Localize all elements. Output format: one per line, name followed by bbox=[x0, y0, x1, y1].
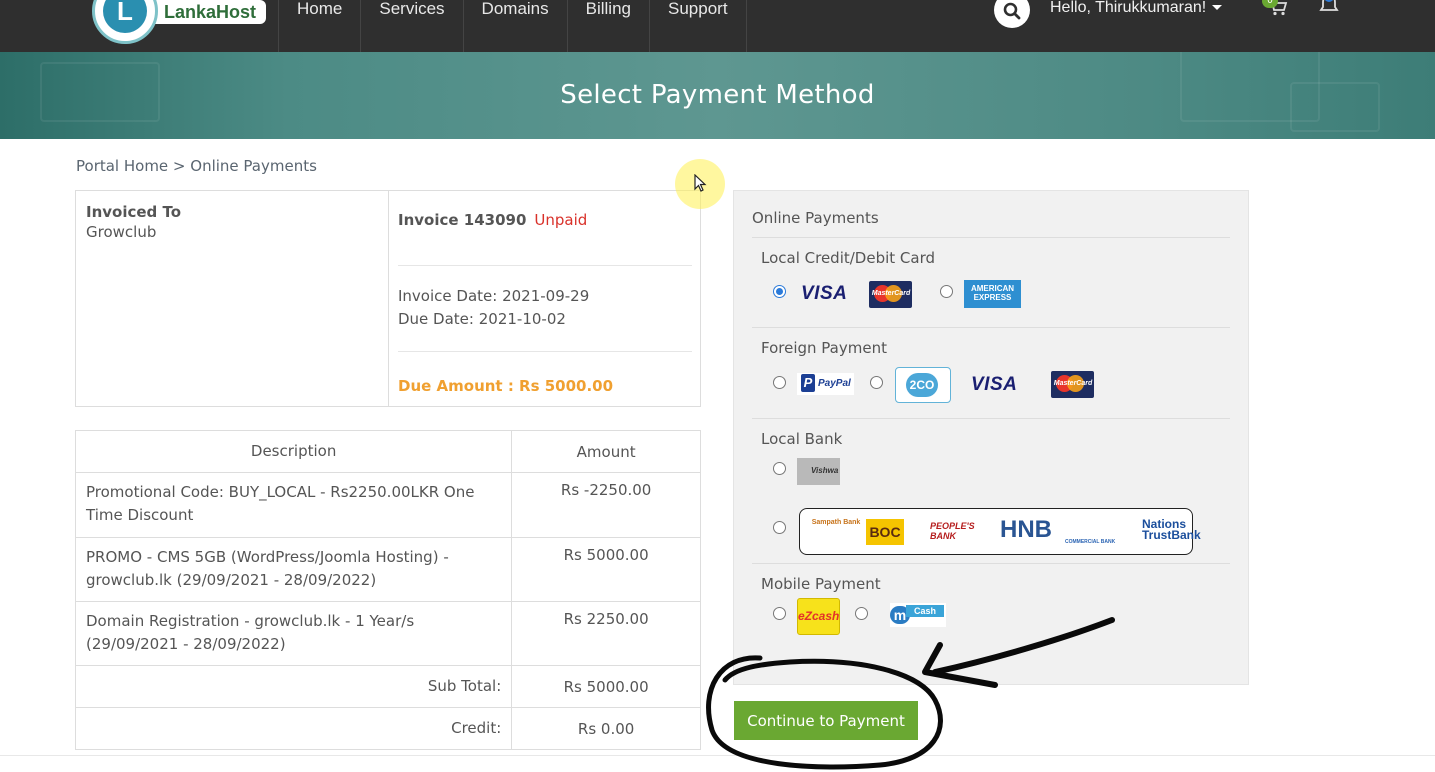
divider bbox=[752, 563, 1230, 564]
user-menu[interactable]: Hello, Thirukkumaran! bbox=[1050, 0, 1223, 17]
boc-logo: BOC bbox=[866, 519, 904, 545]
radio-local-banks[interactable] bbox=[773, 521, 786, 534]
commercial-bank-logo: COMMERCIAL BANK bbox=[1065, 539, 1116, 545]
radio-vishwa[interactable] bbox=[773, 462, 786, 475]
invoiced-to-label: Invoiced To bbox=[86, 203, 182, 221]
breadcrumb[interactable]: Portal Home > Online Payments bbox=[76, 157, 317, 175]
subtotal-value: Rs 5000.00 bbox=[511, 665, 701, 708]
item-amount: Rs 5000.00 bbox=[511, 537, 701, 602]
section-local-card: Local Credit/Debit Card bbox=[761, 249, 936, 267]
radio-mcash[interactable] bbox=[855, 607, 868, 620]
credit-value: Rs 0.00 bbox=[511, 707, 701, 750]
nav-support[interactable]: Support bbox=[649, 0, 747, 52]
nav-home[interactable]: Home bbox=[278, 0, 360, 52]
ezcash-logo: eZcash bbox=[797, 598, 840, 635]
item-description: PROMO - CMS 5GB (WordPress/Joomla Hostin… bbox=[74, 537, 513, 602]
radio-local-visa-mastercard[interactable] bbox=[773, 285, 786, 298]
subtotal-row: Sub Total: Rs 5000.00 bbox=[74, 665, 701, 708]
top-navbar: LankaHost L Home Services Domains Billin… bbox=[0, 0, 1435, 52]
item-description: Promotional Code: BUY_LOCAL - Rs2250.00L… bbox=[74, 472, 513, 538]
section-mobile-payment: Mobile Payment bbox=[761, 575, 881, 593]
item-description: Domain Registration - growclub.lk - 1 Ye… bbox=[74, 601, 513, 666]
radio-2checkout[interactable] bbox=[870, 376, 883, 389]
subtotal-label: Sub Total: bbox=[74, 665, 513, 708]
divider bbox=[752, 327, 1230, 328]
hnb-logo: HNB bbox=[1000, 516, 1052, 543]
amex-logo: AMERICAN EXPRESS bbox=[964, 280, 1021, 308]
radio-local-amex[interactable] bbox=[940, 285, 953, 298]
item-amount: Rs -2250.00 bbox=[511, 472, 701, 538]
table-row: Promotional Code: BUY_LOCAL - Rs2250.00L… bbox=[74, 472, 701, 538]
mastercard-text: MasterCard bbox=[871, 290, 911, 297]
radio-ezcash[interactable] bbox=[773, 607, 786, 620]
visa-logo: VISA bbox=[971, 374, 1018, 395]
continue-to-payment-button[interactable]: Continue to Payment bbox=[734, 701, 918, 740]
divider bbox=[752, 237, 1230, 238]
lankahost-logo[interactable]: LankaHost L bbox=[92, 0, 267, 46]
divider bbox=[398, 351, 692, 352]
search-icon bbox=[1003, 2, 1021, 20]
nav-domains[interactable]: Domains bbox=[462, 0, 567, 52]
credit-label: Credit: bbox=[74, 707, 513, 750]
online-payments-heading: Online Payments bbox=[752, 209, 879, 227]
sampath-bank-logo: Sampath Bank bbox=[811, 519, 861, 526]
table-row: PROMO - CMS 5GB (WordPress/Joomla Hostin… bbox=[74, 537, 701, 602]
nav-services[interactable]: Services bbox=[360, 0, 462, 52]
payment-methods-panel: Online Payments Local Credit/Debit Card … bbox=[733, 190, 1249, 685]
logo-letter: L bbox=[103, 0, 147, 33]
paypal-logo: P PayPal bbox=[797, 373, 854, 395]
bell-icon[interactable] bbox=[1318, 0, 1340, 16]
chevron-down-icon bbox=[1212, 5, 1223, 11]
divider bbox=[398, 265, 692, 266]
invoice-dates: Invoice Date: 2021-09-29 Due Date: 2021-… bbox=[398, 285, 589, 331]
item-amount: Rs 2250.00 bbox=[511, 601, 701, 666]
amex-line2: EXPRESS bbox=[973, 293, 1012, 302]
footer-divider bbox=[0, 755, 1435, 756]
mcash-text: Cash bbox=[906, 605, 944, 617]
invoice-number-text: Invoice 143090 bbox=[398, 211, 527, 229]
local-banks-logo-strip: Sampath Bank BOC PEOPLE'S BANK HNB COMME… bbox=[799, 508, 1201, 555]
invoice-date: Invoice Date: 2021-09-29 bbox=[398, 287, 590, 305]
2checkout-text: 2CO bbox=[906, 373, 938, 397]
paypal-text: PayPal bbox=[818, 378, 851, 389]
user-greeting: Hello, Thirukkumaran! bbox=[1050, 0, 1207, 16]
search-button[interactable] bbox=[994, 0, 1030, 28]
2checkout-logo: 2CO bbox=[895, 367, 951, 403]
visa-logo: VISA bbox=[801, 283, 848, 304]
table-header-row: Description Amount bbox=[74, 430, 701, 473]
column-header-description: Description bbox=[74, 430, 513, 473]
invoiced-to-value: Growclub bbox=[86, 223, 157, 241]
mouse-cursor-icon bbox=[694, 174, 707, 192]
logo-emblem: L bbox=[92, 0, 158, 44]
peoples-bank-logo: PEOPLE'S BANK bbox=[930, 521, 975, 541]
table-row: Domain Registration - growclub.lk - 1 Ye… bbox=[74, 601, 701, 666]
mastercard-logo: MasterCard bbox=[869, 281, 912, 308]
amex-line1: AMERICAN bbox=[970, 284, 1015, 293]
due-amount: Due Amount : Rs 5000.00 bbox=[398, 377, 614, 395]
mastercard-text: MasterCard bbox=[1053, 380, 1093, 387]
page-title: Select Payment Method bbox=[560, 80, 875, 110]
invoice-status: Unpaid bbox=[534, 211, 588, 229]
nations-trust-bank-logo: Nations TrustBank bbox=[1142, 517, 1201, 542]
mastercard-logo: MasterCard bbox=[1051, 371, 1094, 398]
invoice-items-table: Description Amount Promotional Code: BUY… bbox=[74, 430, 701, 750]
credit-row: Credit: Rs 0.00 bbox=[74, 707, 701, 750]
column-header-amount: Amount bbox=[511, 430, 701, 473]
logo-text: LankaHost bbox=[142, 0, 267, 24]
section-local-bank: Local Bank bbox=[761, 430, 843, 448]
vishwa-logo: Vishwa bbox=[797, 458, 840, 485]
invoiced-to-panel: Invoiced To Growclub bbox=[76, 191, 389, 406]
divider bbox=[752, 418, 1230, 419]
invoice-summary: Invoiced To Growclub Invoice 143090 Unpai… bbox=[75, 190, 701, 407]
due-date: Due Date: 2021-10-02 bbox=[398, 310, 566, 328]
invoice-details-panel: Invoice 143090 Unpaid Invoice Date: 2021-… bbox=[389, 191, 700, 406]
mcash-logo: m Cash bbox=[890, 603, 946, 627]
invoice-number: Invoice 143090 Unpaid bbox=[398, 211, 587, 229]
radio-paypal[interactable] bbox=[773, 376, 786, 389]
nav-billing[interactable]: Billing bbox=[566, 0, 649, 52]
paypal-icon: P bbox=[801, 374, 815, 393]
section-foreign-payment: Foreign Payment bbox=[761, 339, 887, 357]
main-nav: Home Services Domains Billing Support bbox=[278, 0, 747, 52]
page-banner: Select Payment Method bbox=[0, 52, 1435, 139]
